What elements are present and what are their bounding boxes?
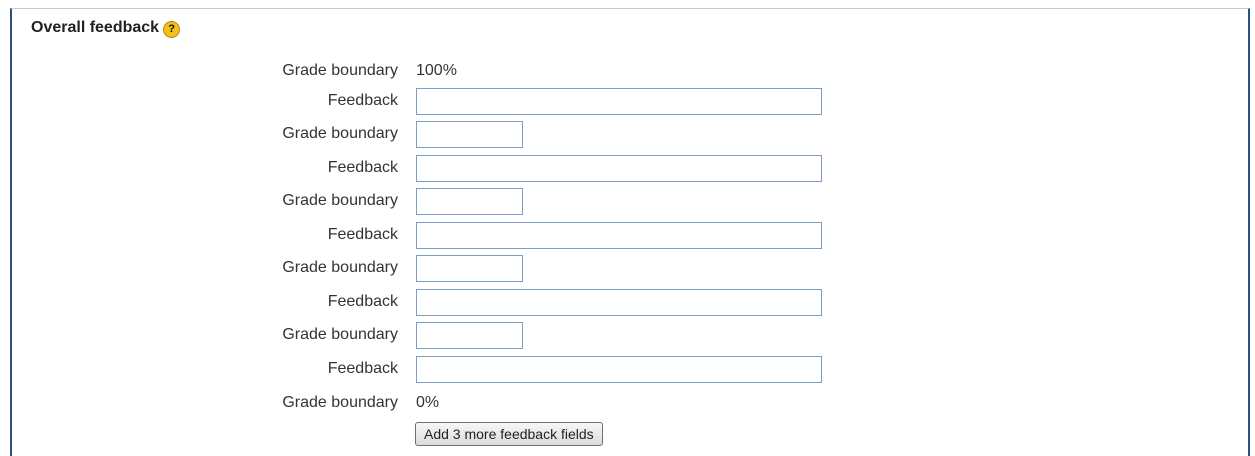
feedback-row-3: Feedback [12,221,1252,249]
feedback-input-4[interactable] [416,289,822,316]
grade-boundary-input-4[interactable] [416,322,523,349]
feedback-label: Feedback [327,360,398,377]
grade-boundary-row-4: Grade boundary [12,321,1252,349]
section-legend: Overall feedback ? [28,15,185,41]
grade-boundary-row-3: Grade boundary [12,254,1252,282]
feedback-row-4: Feedback [12,288,1252,316]
feedback-label: Feedback [327,92,398,109]
grade-boundary-value-bottom: 0% [416,394,440,411]
section-title: Overall feedback [31,19,160,36]
grade-boundary-label: Grade boundary [282,125,398,142]
feedback-input-2[interactable] [416,155,822,182]
grade-boundary-label: Grade boundary [282,259,398,276]
grade-boundary-row-1: Grade boundary [12,120,1252,148]
feedback-input-5[interactable] [416,356,822,383]
feedback-row-1: Feedback [12,87,1252,115]
grade-boundary-label: Grade boundary [282,326,398,343]
feedback-label: Feedback [327,159,398,176]
grade-boundary-input-2[interactable] [416,188,523,215]
feedback-label: Feedback [327,293,398,310]
feedback-row-2: Feedback [12,154,1252,182]
help-icon[interactable]: ? [163,21,181,38]
grade-boundary-row-top: Grade boundary 100% [12,57,1252,85]
add-fields-row: Add 3 more feedback fields [12,420,1252,448]
grade-boundary-row-bottom: Grade boundary 0% [12,389,1252,417]
feedback-input-1[interactable] [416,88,822,115]
grade-boundary-label: Grade boundary [282,192,398,209]
grade-boundary-input-1[interactable] [416,121,523,148]
feedback-input-3[interactable] [416,222,822,249]
grade-boundary-input-3[interactable] [416,255,523,282]
grade-boundary-label: Grade boundary [282,394,398,411]
grade-boundary-value-top: 100% [416,62,457,79]
grade-boundary-label: Grade boundary [282,62,398,79]
overall-feedback-fieldset: Overall feedback ? Grade boundary 100% F… [10,8,1250,456]
grade-boundary-row-2: Grade boundary [12,187,1252,215]
feedback-label: Feedback [327,226,398,243]
feedback-row-5: Feedback [12,355,1252,383]
add-feedback-fields-button[interactable]: Add 3 more feedback fields [415,422,603,446]
